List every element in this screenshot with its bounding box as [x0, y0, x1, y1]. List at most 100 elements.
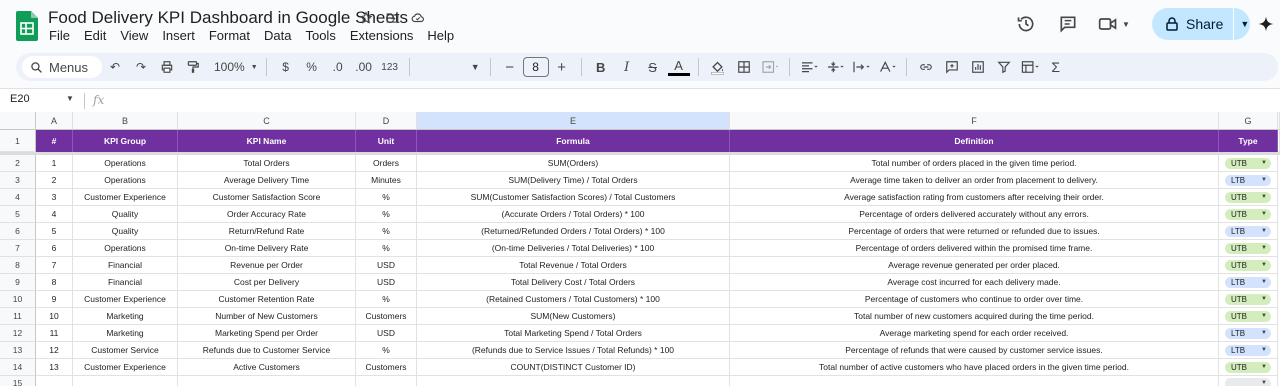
filter-icon[interactable]: [993, 56, 1015, 78]
table-cell[interactable]: Total Revenue / Total Orders: [417, 257, 730, 274]
type-dropdown-chip[interactable]: UTB ▼: [1225, 208, 1271, 220]
type-cell[interactable]: LTB ▼: [1219, 172, 1278, 189]
type-cell[interactable]: UTB ▼: [1219, 308, 1278, 325]
type-dropdown-chip[interactable]: UTB ▼: [1225, 242, 1271, 254]
type-cell[interactable]: UTB ▼: [1219, 359, 1278, 376]
type-cell[interactable]: UTB ▼: [1219, 155, 1278, 172]
row-header-9[interactable]: 9: [0, 274, 36, 291]
font-family-select[interactable]: ▼: [416, 56, 484, 78]
table-cell[interactable]: Active Customers: [178, 359, 356, 376]
table-cell[interactable]: 12: [36, 342, 73, 359]
table-cell[interactable]: COUNT(DISTINCT Customer ID): [417, 359, 730, 376]
table-cell[interactable]: Revenue per Order: [178, 257, 356, 274]
table-cell[interactable]: (Accurate Orders / Total Orders) * 100: [417, 206, 730, 223]
text-color-icon[interactable]: A: [667, 58, 690, 76]
table-cell[interactable]: %: [356, 291, 417, 308]
table-cell[interactable]: Operations: [73, 240, 178, 257]
type-cell[interactable]: UTB ▼: [1219, 189, 1278, 206]
row-header-8[interactable]: 8: [0, 257, 36, 274]
table-cell[interactable]: Total Marketing Spend / Total Orders: [417, 325, 730, 342]
table-cell[interactable]: Average marketing spend for each order r…: [730, 325, 1219, 342]
meet-button[interactable]: ▼: [1092, 8, 1136, 40]
row-header-14[interactable]: 14: [0, 359, 36, 376]
menus-search[interactable]: Menus: [22, 56, 102, 78]
table-cell[interactable]: Average revenue generated per order plac…: [730, 257, 1219, 274]
table-cell[interactable]: Marketing Spend per Order: [178, 325, 356, 342]
table-header-cell[interactable]: Formula: [417, 130, 730, 152]
menu-file[interactable]: File: [42, 28, 77, 44]
menu-insert[interactable]: Insert: [155, 28, 202, 44]
number-format-button[interactable]: 123: [379, 56, 401, 78]
table-cell[interactable]: [73, 376, 178, 386]
share-button[interactable]: Share ▼: [1152, 8, 1250, 40]
table-cell[interactable]: (Refunds due to Service Issues / Total R…: [417, 342, 730, 359]
spreadsheet-grid[interactable]: A B C D E F G 1 2 3 4 5 6 7 8 9 10 11 12 13 14 15 # KPI Group KP…: [0, 112, 1280, 386]
table-cell[interactable]: 13: [36, 359, 73, 376]
print-icon[interactable]: [156, 56, 178, 78]
name-box[interactable]: E20: [10, 93, 30, 105]
table-cell[interactable]: Operations: [73, 155, 178, 172]
table-cell[interactable]: 9: [36, 291, 73, 308]
table-cell[interactable]: 2: [36, 172, 73, 189]
table-cell[interactable]: Percentage of orders delivered accuratel…: [730, 206, 1219, 223]
type-cell[interactable]: UTB ▼: [1219, 240, 1278, 257]
table-cell[interactable]: 8: [36, 274, 73, 291]
table-header-cell[interactable]: Definition: [730, 130, 1219, 152]
column-header-e[interactable]: E: [417, 112, 730, 130]
type-dropdown-chip[interactable]: UTB ▼: [1225, 361, 1271, 373]
select-all-corner[interactable]: [0, 112, 36, 130]
cloud-status-icon[interactable]: [410, 10, 426, 26]
table-cell[interactable]: [36, 376, 73, 386]
table-cell[interactable]: 4: [36, 206, 73, 223]
strikethrough-icon[interactable]: S: [642, 56, 664, 78]
row-header-6[interactable]: 6: [0, 223, 36, 240]
type-cell[interactable]: UTB ▼: [1219, 206, 1278, 223]
table-cell[interactable]: %: [356, 189, 417, 206]
type-dropdown-chip[interactable]: ▼: [1225, 377, 1271, 386]
table-cell[interactable]: Refunds due to Customer Service: [178, 342, 356, 359]
table-cell[interactable]: Average cost incurred for each delivery …: [730, 274, 1219, 291]
table-cell[interactable]: Cost per Delivery: [178, 274, 356, 291]
table-cell[interactable]: %: [356, 342, 417, 359]
functions-icon[interactable]: Σ: [1045, 56, 1067, 78]
table-cell[interactable]: Orders: [356, 155, 417, 172]
row-header-13[interactable]: 13: [0, 342, 36, 359]
menu-data[interactable]: Data: [257, 28, 298, 44]
menu-view[interactable]: View: [113, 28, 155, 44]
decrease-font-size-icon[interactable]: −: [499, 56, 521, 78]
type-dropdown-chip[interactable]: LTB ▼: [1225, 327, 1271, 339]
type-cell[interactable]: LTB ▼: [1219, 325, 1278, 342]
menu-tools[interactable]: Tools: [298, 28, 342, 44]
table-cell[interactable]: 11: [36, 325, 73, 342]
table-cell[interactable]: Order Accuracy Rate: [178, 206, 356, 223]
currency-format-button[interactable]: $: [275, 56, 297, 78]
row-header-2[interactable]: 2: [0, 155, 36, 172]
table-cell[interactable]: Total Orders: [178, 155, 356, 172]
menu-edit[interactable]: Edit: [77, 28, 113, 44]
insert-comment-icon[interactable]: [941, 56, 963, 78]
sheets-logo-icon[interactable]: [16, 11, 38, 41]
font-size-input[interactable]: 8: [522, 57, 549, 77]
row-header-12[interactable]: 12: [0, 325, 36, 342]
table-cell[interactable]: Return/Refund Rate: [178, 223, 356, 240]
table-cell[interactable]: Total number of orders placed in the giv…: [730, 155, 1219, 172]
move-folder-icon[interactable]: [384, 10, 400, 26]
decrease-decimal-button[interactable]: .0: [327, 56, 349, 78]
table-header-cell[interactable]: #: [36, 130, 73, 152]
table-cell[interactable]: Customer Experience: [73, 291, 178, 308]
table-cell[interactable]: 6: [36, 240, 73, 257]
table-cell[interactable]: USD: [356, 257, 417, 274]
version-history-button[interactable]: [1008, 8, 1044, 40]
table-cell[interactable]: Customers: [356, 359, 417, 376]
row-header-7[interactable]: 7: [0, 240, 36, 257]
table-cell[interactable]: SUM(Delivery Time) / Total Orders: [417, 172, 730, 189]
fill-color-icon[interactable]: [707, 56, 729, 78]
table-cell[interactable]: 3: [36, 189, 73, 206]
table-cell[interactable]: Quality: [73, 223, 178, 240]
row-header-5[interactable]: 5: [0, 206, 36, 223]
type-cell[interactable]: LTB ▼: [1219, 223, 1278, 240]
type-dropdown-chip[interactable]: LTB ▼: [1225, 276, 1271, 288]
table-cell[interactable]: SUM(New Customers): [417, 308, 730, 325]
text-rotation-icon[interactable]: [876, 56, 898, 78]
table-cell[interactable]: Total number of new customers acquired d…: [730, 308, 1219, 325]
